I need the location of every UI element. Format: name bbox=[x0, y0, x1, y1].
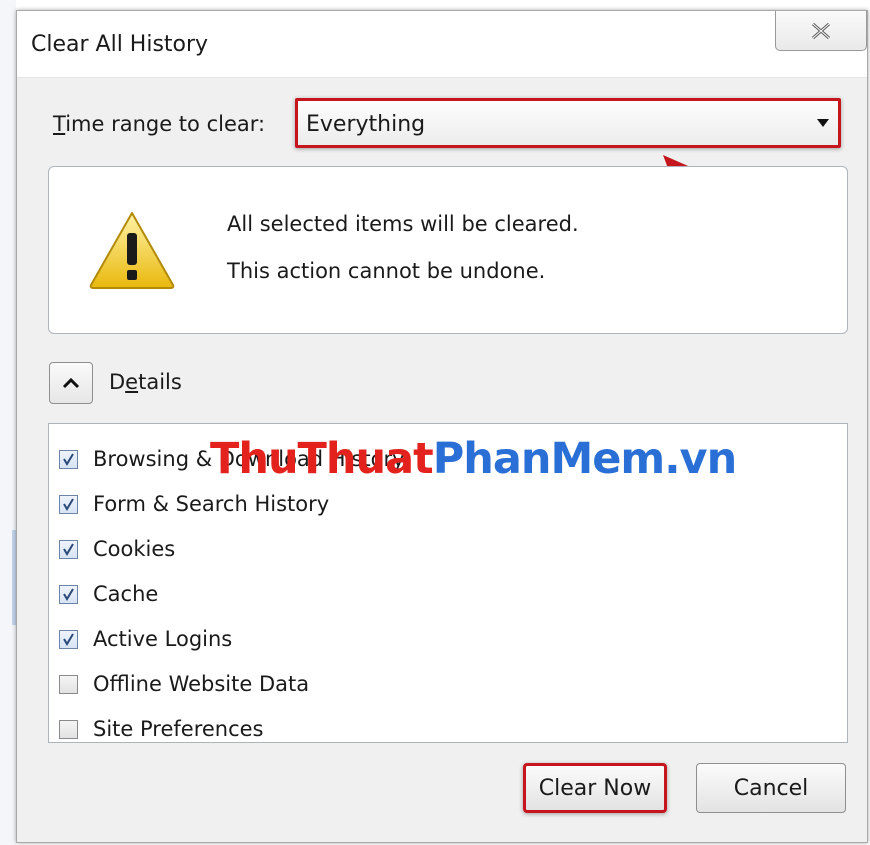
item-label: Site Preferences bbox=[93, 717, 264, 741]
dropdown-arrow-icon bbox=[817, 119, 829, 127]
watermark-part1: ThuThuat bbox=[210, 434, 434, 484]
checkbox[interactable] bbox=[59, 449, 78, 469]
item-label: Cookies bbox=[93, 537, 176, 561]
time-range-value: Everything bbox=[306, 112, 426, 137]
details-label: Details bbox=[109, 370, 182, 394]
time-range-label-text: ime range to clear: bbox=[65, 112, 266, 136]
item-label: Form & Search History bbox=[93, 492, 330, 516]
list-item-offline-website-data[interactable]: Offline Website Data bbox=[59, 669, 309, 699]
title-bar: Clear All History bbox=[17, 11, 867, 78]
warning-icon bbox=[89, 212, 175, 289]
list-item-cookies[interactable]: Cookies bbox=[59, 534, 175, 564]
time-range-label-accesskey: T bbox=[53, 112, 66, 136]
list-item-site-preferences[interactable]: Site Preferences bbox=[59, 714, 264, 744]
checkmark-icon bbox=[63, 542, 74, 556]
checkmark-icon bbox=[63, 587, 74, 601]
item-label: Cache bbox=[93, 582, 159, 606]
checkmark-icon bbox=[63, 452, 74, 466]
checkbox[interactable] bbox=[59, 584, 78, 604]
watermark: ThuThuatPhanMem.vn bbox=[210, 434, 737, 484]
details-label-accesskey: e bbox=[125, 370, 139, 394]
item-label: Offline Website Data bbox=[93, 672, 310, 696]
list-item-cache[interactable]: Cache bbox=[59, 579, 158, 609]
checkbox[interactable] bbox=[59, 719, 78, 739]
cancel-button[interactable]: Cancel bbox=[696, 763, 846, 813]
list-item-active-logins[interactable]: Active Logins bbox=[59, 624, 232, 654]
checkmark-icon bbox=[63, 632, 74, 646]
dialog-title: Clear All History bbox=[31, 32, 209, 57]
time-range-label: Time range to clear: bbox=[53, 112, 265, 136]
checkmark-icon bbox=[63, 497, 74, 511]
watermark-part2: PhanMem.vn bbox=[432, 434, 737, 484]
close-icon bbox=[812, 22, 830, 39]
details-label-text: tails bbox=[138, 370, 182, 394]
checkbox[interactable] bbox=[59, 629, 78, 649]
warning-message-line1: All selected items will be cleared. bbox=[227, 212, 579, 236]
background-edge bbox=[0, 0, 17, 845]
warning-message-line2: This action cannot be undone. bbox=[227, 259, 546, 283]
list-item-form-search-history[interactable]: Form & Search History bbox=[59, 489, 329, 519]
details-toggle-button[interactable] bbox=[49, 362, 93, 404]
close-button[interactable] bbox=[775, 11, 867, 51]
chevron-up-icon bbox=[62, 377, 80, 389]
clear-now-button[interactable]: Clear Now bbox=[523, 763, 667, 813]
warning-panel: All selected items will be cleared. This… bbox=[48, 166, 848, 334]
checkbox[interactable] bbox=[59, 674, 78, 694]
clear-history-dialog: Clear All History Time range to clear: E… bbox=[16, 10, 868, 843]
details-label-prefix: D bbox=[109, 370, 126, 394]
time-range-dropdown[interactable]: Everything bbox=[295, 98, 841, 148]
item-label: Active Logins bbox=[93, 627, 233, 651]
checkbox[interactable] bbox=[59, 539, 78, 559]
checkbox[interactable] bbox=[59, 494, 78, 514]
